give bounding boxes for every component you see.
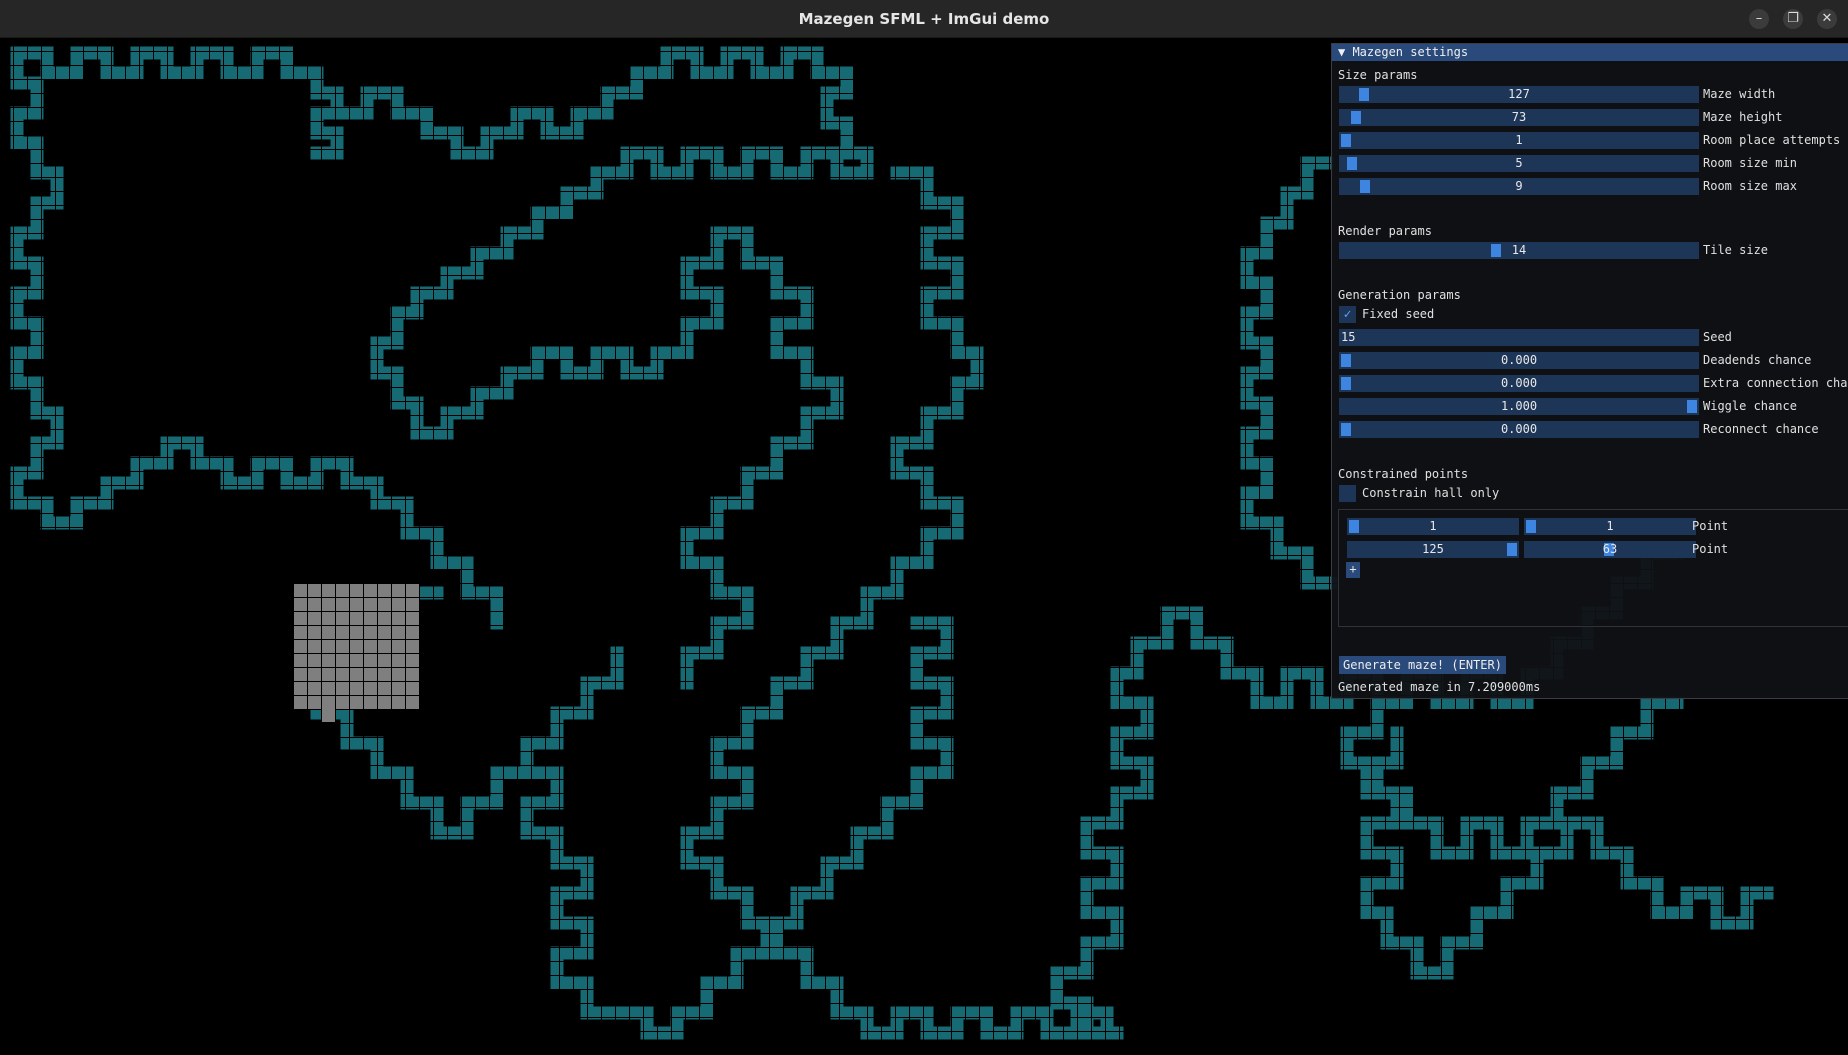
extra-connection-chance-label: Extra connection chance <box>1703 376 1848 390</box>
point-1-label: Point <box>1692 519 1729 533</box>
room-size-max-value: 9 <box>1515 179 1523 193</box>
maze-wall-path <box>830 166 984 660</box>
size-section-label: Size params <box>1338 68 1418 82</box>
room-place-attempts-slider[interactable]: 1 <box>1339 132 1699 149</box>
room-size-min-label: Room size min <box>1703 156 1797 170</box>
settings-panel[interactable]: ▼ Mazegen settings Size params 127 Maze … <box>1331 43 1848 699</box>
point-2-y-value: 63 <box>1602 542 1618 556</box>
window-title: Mazegen SFML + ImGui demo <box>798 10 1050 28</box>
wiggle-chance-label: Wiggle chance <box>1703 399 1797 413</box>
maze-height-slider[interactable]: 73 <box>1339 109 1699 126</box>
room-size-min-slider[interactable]: 5 <box>1339 155 1699 172</box>
maze-height-value: 73 <box>1511 110 1527 124</box>
deadends-chance-value: 0.000 <box>1500 353 1538 367</box>
wiggle-chance-slider[interactable]: 1.000 <box>1339 398 1699 415</box>
point-2-y-slider[interactable]: 63 <box>1524 541 1696 558</box>
render-section-label: Render params <box>1338 224 1432 238</box>
extra-connection-chance-slider[interactable]: 0.000 <box>1339 375 1699 392</box>
add-point-button[interactable]: + <box>1346 562 1360 578</box>
maze-wall-path <box>1360 726 1774 980</box>
points-list[interactable]: 1 1 Point 125 63 Point + <box>1338 509 1848 627</box>
point-2-x-value: 125 <box>1422 542 1444 556</box>
close-button[interactable]: ✕ <box>1817 9 1837 29</box>
point-2-label: Point <box>1692 542 1729 556</box>
reconnect-chance-label: Reconnect chance <box>1703 422 1819 436</box>
reconnect-chance-slider[interactable]: 0.000 <box>1339 421 1699 438</box>
fixed-seed-checkbox[interactable]: ✓ <box>1339 306 1356 323</box>
deadends-chance-label: Deadends chance <box>1703 353 1812 367</box>
deadends-chance-slider[interactable]: 0.000 <box>1339 352 1699 369</box>
maze-width-slider[interactable]: 127 <box>1339 86 1699 103</box>
maze-wall-path <box>1340 696 1684 860</box>
maze-wall-path <box>680 226 844 690</box>
maze-height-label: Maze height <box>1703 110 1783 124</box>
title-bar: Mazegen SFML + ImGui demo – ❐ ✕ <box>0 0 1848 38</box>
fixed-seed-label: Fixed seed <box>1362 307 1435 321</box>
room-place-attempts-label: Room place attempts <box>1703 133 1841 147</box>
maze-wall-path <box>330 46 874 180</box>
wiggle-chance-value: 1.000 <box>1500 399 1538 413</box>
maximize-button[interactable]: ❐ <box>1783 9 1803 29</box>
maze-wall-path <box>1050 636 1154 1040</box>
reconnect-chance-value: 0.000 <box>1500 422 1538 436</box>
constrain-hall-only-checkbox[interactable] <box>1339 485 1356 502</box>
generation-section-label: Generation params <box>1338 288 1461 302</box>
maze-wall-path <box>10 46 344 160</box>
room-size-max-slider[interactable]: 9 <box>1339 178 1699 195</box>
tile-size-slider[interactable]: 14 <box>1339 242 1699 259</box>
maze-wall-path <box>520 646 624 1020</box>
maze-width-label: Maze width <box>1703 87 1776 101</box>
constrained-section-label: Constrained points <box>1338 467 1469 481</box>
seed-label: Seed <box>1703 330 1732 344</box>
seed-input[interactable]: 15 <box>1339 329 1699 346</box>
maze-width-value: 127 <box>1508 87 1530 101</box>
point-1-x-value: 1 <box>1429 519 1437 533</box>
constrain-hall-only-label: Constrain hall only <box>1362 486 1500 500</box>
maze-room <box>294 583 420 709</box>
generation-status: Generated maze in 7.209000ms <box>1338 680 1541 694</box>
panel-title[interactable]: ▼ Mazegen settings <box>1332 44 1848 61</box>
room-place-attempts-value: 1 <box>1515 133 1523 147</box>
maze-wall-path <box>1240 156 1338 590</box>
point-1-y-value: 1 <box>1606 519 1614 533</box>
point-1-x-slider[interactable]: 1 <box>1347 518 1519 535</box>
extra-connection-chance-value: 0.000 <box>1500 376 1538 390</box>
tile-size-label: Tile size <box>1703 243 1769 257</box>
tile-size-value: 14 <box>1511 243 1527 257</box>
room-size-min-value: 5 <box>1515 156 1523 170</box>
generate-maze-button[interactable]: Generate maze! (ENTER) <box>1339 656 1506 674</box>
maze-room-door <box>322 709 335 722</box>
room-size-max-label: Room size max <box>1703 179 1797 193</box>
minimize-button[interactable]: – <box>1749 9 1769 29</box>
point-2-x-slider[interactable]: 125 <box>1347 541 1519 558</box>
point-1-y-slider[interactable]: 1 <box>1524 518 1696 535</box>
